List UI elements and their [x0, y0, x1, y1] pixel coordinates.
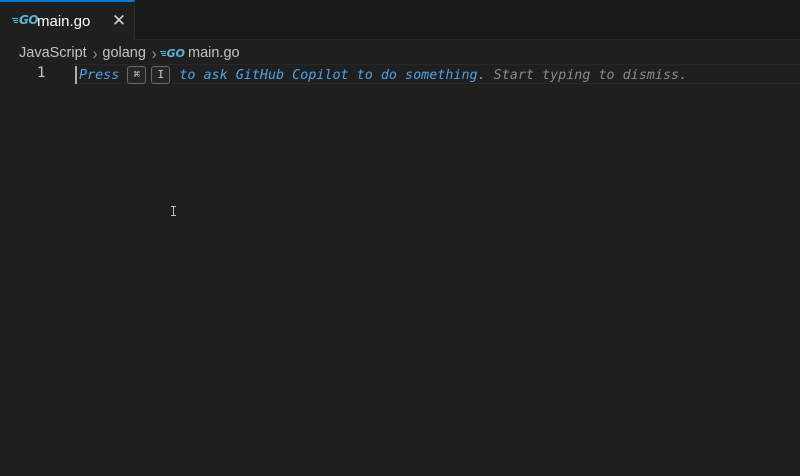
tab-label: main.go — [37, 13, 91, 30]
copilot-hint: Press ⌘ I to ask GitHub Copilot to do so… — [79, 66, 687, 84]
breadcrumb: JavaScript › golang › GO main.go — [19, 43, 240, 63]
line-number: 1 — [37, 65, 46, 81]
ibeam-cursor-icon — [171, 206, 176, 216]
hint-dismiss-text: Start typing to dismiss. — [493, 67, 688, 83]
vscode-window: GO main.go ✕ JavaScript › golang › GO ma… — [0, 0, 800, 476]
close-icon[interactable]: ✕ — [110, 12, 128, 30]
chevron-right-icon: › — [151, 43, 157, 63]
i-key-badge: I — [151, 66, 171, 84]
hint-action-text: to ask GitHub Copilot to do something. — [179, 67, 486, 83]
chevron-right-icon: › — [92, 43, 98, 63]
text-cursor — [75, 66, 77, 84]
tab-main-go[interactable]: GO main.go ✕ — [0, 0, 135, 40]
breadcrumb-item-main-go[interactable]: main.go — [188, 45, 240, 61]
go-file-icon: GO — [159, 47, 185, 60]
breadcrumb-item-javascript[interactable]: JavaScript — [19, 45, 87, 61]
editor-area[interactable]: 1 Press ⌘ I to ask GitHub Copilot to do … — [0, 64, 800, 476]
command-key-icon: ⌘ — [127, 66, 147, 84]
hint-press-text: Press — [79, 67, 120, 83]
go-file-icon: GO — [12, 13, 39, 27]
breadcrumb-item-golang[interactable]: golang — [102, 45, 146, 61]
tab-bar: GO main.go ✕ — [0, 0, 800, 40]
